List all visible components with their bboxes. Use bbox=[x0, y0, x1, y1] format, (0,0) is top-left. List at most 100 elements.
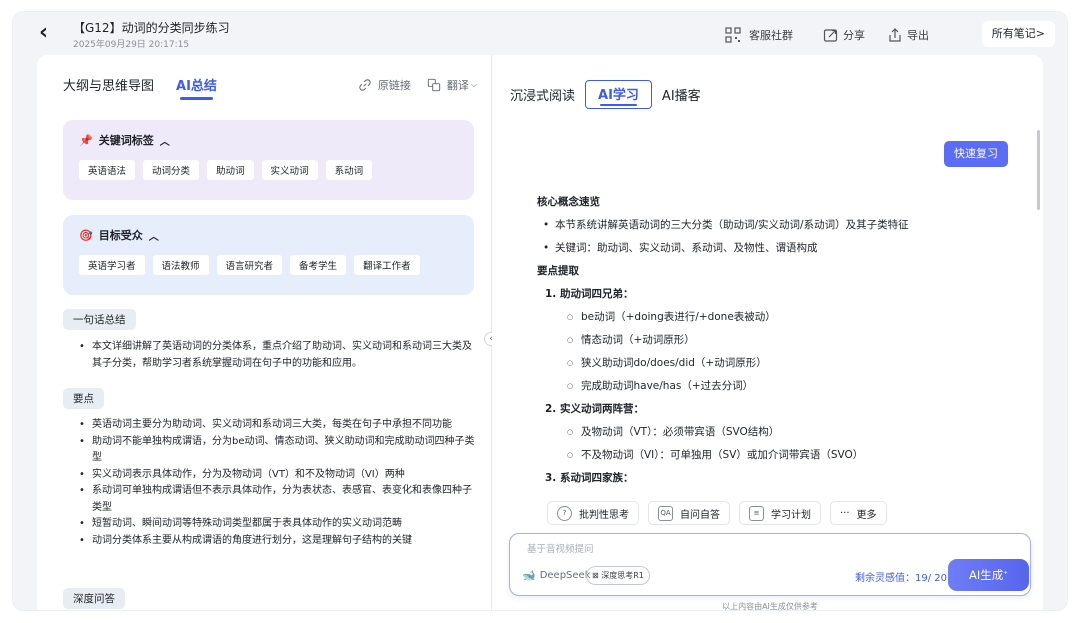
back-arrow-icon[interactable]: ‹ bbox=[39, 22, 48, 44]
group-heading: 2. 实义动词两阵营： bbox=[545, 403, 644, 415]
key-points-heading: 要点提取 bbox=[537, 265, 579, 277]
group-heading: 1. 助动词四兄弟： bbox=[545, 288, 634, 300]
list-item: 动词分类体系主要从构成谓语的角度进行划分，这是理解句子结构的关键 bbox=[79, 533, 479, 550]
list-item: 系动词可单独构成谓语但不表示具体动作，分为表状态、表感官、表变化和表像四种子类型 bbox=[79, 483, 479, 516]
list-item: 情态动词（+动词原形） bbox=[537, 329, 997, 352]
ai-learning-panel: 沉浸式阅读 AI学习 AI播客 快速复习 核心概念速览 本节系统讲解英语动词的三… bbox=[492, 55, 1043, 610]
translate-label: 翻译 bbox=[446, 79, 469, 92]
original-link-label: 原链接 bbox=[377, 79, 411, 92]
page-title: 【G12】动词的分类同步练习 bbox=[73, 21, 230, 35]
plan-icon: ≡ bbox=[749, 505, 764, 521]
deep-qa-tag: 深度问答 bbox=[63, 588, 125, 609]
keyword-chip[interactable]: 助动词 bbox=[207, 160, 254, 180]
one-line-summary-list: 本文详细讲解了英语动词的分类体系，重点介绍了助动词、实义动词和系动词三大类及其子… bbox=[79, 339, 479, 372]
keywords-header[interactable]: 📌 关键词标签 ︿ bbox=[79, 132, 458, 148]
share-button[interactable]: 分享 bbox=[823, 27, 865, 43]
community-button[interactable]: 客服社群 bbox=[725, 27, 793, 43]
tab-immersive-reading[interactable]: 沉浸式阅读 bbox=[510, 85, 575, 104]
key-points-tag: 要点 bbox=[63, 388, 104, 409]
deep-think-label: 深度思考R1 bbox=[601, 571, 644, 580]
keyword-chip[interactable]: 系动词 bbox=[325, 160, 373, 180]
list-item: 本文详细讲解了英语动词的分类体系，重点介绍了助动词、实义动词和系动词三大类及其子… bbox=[79, 339, 479, 372]
model-selector[interactable]: 🐋 DeepSeek bbox=[522, 569, 591, 582]
chevron-up-icon: ︿ bbox=[159, 136, 170, 148]
question-input-box[interactable]: 基于音视频提问 🐋 DeepSeek ⊠ 深度思考R1 剩余灵感值：19/ 20… bbox=[509, 533, 1031, 596]
qrcode-icon bbox=[725, 27, 741, 43]
ai-disclaimer: 以上内容由AI生成仅供参考 bbox=[722, 602, 818, 610]
share-icon bbox=[823, 29, 838, 42]
original-link-button[interactable]: 原链接 bbox=[358, 77, 411, 93]
link-icon bbox=[359, 79, 371, 91]
export-icon bbox=[889, 28, 901, 42]
deep-think-toggle[interactable]: ⊠ 深度思考R1 bbox=[586, 566, 650, 585]
one-line-summary-tag: 一句话总结 bbox=[63, 309, 136, 330]
page-timestamp: 2025年09月29日 20:17:15 bbox=[73, 40, 190, 50]
keyword-chips: 英语语法 动词分类 助动词 实义动词 系动词 bbox=[79, 160, 458, 180]
audience-card: 🎯 目标受众 ︿ 英语学习者 语法教师 语言研究者 备考学生 翻译工作者 bbox=[63, 215, 474, 295]
audience-title: 目标受众 bbox=[98, 229, 143, 242]
audience-chips: 英语学习者 语法教师 语言研究者 备考学生 翻译工作者 bbox=[79, 255, 458, 275]
list-item: 完成助动词have/has（+过去分词） bbox=[537, 375, 997, 398]
study-plan-button[interactable]: ≡ 学习计划 bbox=[739, 501, 821, 525]
generate-label: AI生成 bbox=[968, 568, 1004, 582]
list-item: 狭义助动词do/does/did（+动词原形） bbox=[537, 352, 997, 375]
audience-chip[interactable]: 语法教师 bbox=[152, 255, 209, 275]
export-button[interactable]: 导出 bbox=[887, 27, 929, 43]
list-item: 英语动词主要分为助动词、实义动词和系动词三大类，每类在句子中承担不同功能 bbox=[79, 417, 479, 434]
right-tabs: 沉浸式阅读 AI学习 AI播客 bbox=[510, 80, 701, 109]
learning-content: 核心概念速览 本节系统讲解英语动词的三大分类（助动词/实义动词/系动词）及其子类… bbox=[537, 191, 997, 491]
audience-chip[interactable]: 英语学习者 bbox=[79, 255, 145, 275]
quick-review-button[interactable]: 快速复习 bbox=[944, 141, 1008, 167]
list-item: 实义动词表示具体动作，分为及物动词（VT）和不及物动词（VI）两种 bbox=[79, 467, 479, 484]
deep-think-icon: ⊠ bbox=[592, 571, 599, 580]
audience-chip[interactable]: 翻译工作者 bbox=[354, 255, 420, 275]
list-item: 及物动词（VT）：必须带宾语（SVO结构） bbox=[537, 421, 997, 444]
action-label: 自问自答 bbox=[680, 509, 720, 521]
more-button[interactable]: ··· 更多 bbox=[830, 501, 887, 525]
chevron-down-icon: ⌵ bbox=[470, 80, 477, 89]
model-label: DeepSeek bbox=[539, 570, 591, 581]
action-label: 批判性思考 bbox=[579, 509, 629, 521]
ai-generate-button[interactable]: AI生成⁺ bbox=[948, 559, 1029, 591]
audience-header[interactable]: 🎯 目标受众 ︿ bbox=[79, 227, 458, 243]
summary-panel: 大纲与思维导图 AI总结 原链接 翻译 ⌵ 📌 关键词标签 ︿ 英语语法 动词分… bbox=[37, 55, 491, 610]
lightbulb-icon: ? bbox=[557, 505, 572, 521]
community-label: 客服社群 bbox=[749, 29, 793, 42]
audience-chip[interactable]: 备考学生 bbox=[290, 255, 347, 275]
core-concepts-heading: 核心概念速览 bbox=[537, 196, 600, 208]
keywords-title: 关键词标签 bbox=[98, 134, 154, 147]
audience-chip[interactable]: 语言研究者 bbox=[216, 255, 283, 275]
deepseek-icon: 🐋 bbox=[522, 569, 536, 582]
key-points-list: 英语动词主要分为助动词、实义动词和系动词三大类，每类在句子中承担不同功能 助动词… bbox=[79, 417, 479, 549]
export-label: 导出 bbox=[907, 29, 929, 42]
tab-outline-mindmap[interactable]: 大纲与思维导图 bbox=[63, 75, 154, 94]
keyword-chip[interactable]: 英语语法 bbox=[79, 160, 136, 180]
list-item: be动词（+doing表进行/+done表被动） bbox=[537, 306, 997, 329]
left-tools: 原链接 翻译 ⌵ bbox=[358, 77, 477, 93]
self-qa-button[interactable]: QA 自问自答 bbox=[648, 501, 730, 525]
list-item: 短暂动词、瞬间动词等特殊动词类型都属于表具体动作的实义动词范畴 bbox=[79, 516, 479, 533]
action-label: 学习计划 bbox=[771, 509, 811, 521]
question-input[interactable]: 基于音视频提问 bbox=[527, 541, 594, 555]
translate-icon bbox=[427, 78, 441, 92]
share-label: 分享 bbox=[843, 29, 865, 42]
tab-ai-learning[interactable]: AI学习 bbox=[585, 80, 652, 109]
keyword-chip[interactable]: 动词分类 bbox=[143, 160, 200, 180]
target-icon: 🎯 bbox=[79, 228, 93, 242]
tab-ai-podcast[interactable]: AI播客 bbox=[662, 85, 701, 104]
keyword-chip[interactable]: 实义动词 bbox=[261, 160, 318, 180]
list-item: 助动词不能单独构成谓语，分为be动词、情态动词、狭义助动词和完成助动词四种子类型 bbox=[79, 434, 479, 467]
group-heading: 3. 系动词四家族： bbox=[545, 472, 634, 484]
all-notes-button[interactable]: 所有笔记> bbox=[981, 21, 1055, 47]
translate-button[interactable]: 翻译 ⌵ bbox=[427, 77, 477, 93]
quota-text: 剩余灵感值：19/ 20 bbox=[855, 573, 947, 584]
right-scrollbar[interactable] bbox=[1037, 130, 1040, 210]
left-tabs: 大纲与思维导图 AI总结 bbox=[63, 75, 217, 100]
action-bar: ? 批判性思考 QA 自问自答 ≡ 学习计划 ··· 更多 bbox=[547, 501, 887, 525]
critical-thinking-button[interactable]: ? 批判性思考 bbox=[547, 501, 639, 525]
more-icon: ··· bbox=[840, 507, 850, 519]
list-item: 关键词：助动词、实义动词、系动词、及物性、谓语构成 bbox=[537, 237, 997, 260]
top-bar: ‹ 【G12】动词的分类同步练习 2025年09月29日 20:17:15 客服… bbox=[13, 12, 1067, 56]
tab-ai-summary[interactable]: AI总结 bbox=[176, 75, 217, 100]
sparkle-icon: ⁺ bbox=[1003, 570, 1009, 580]
